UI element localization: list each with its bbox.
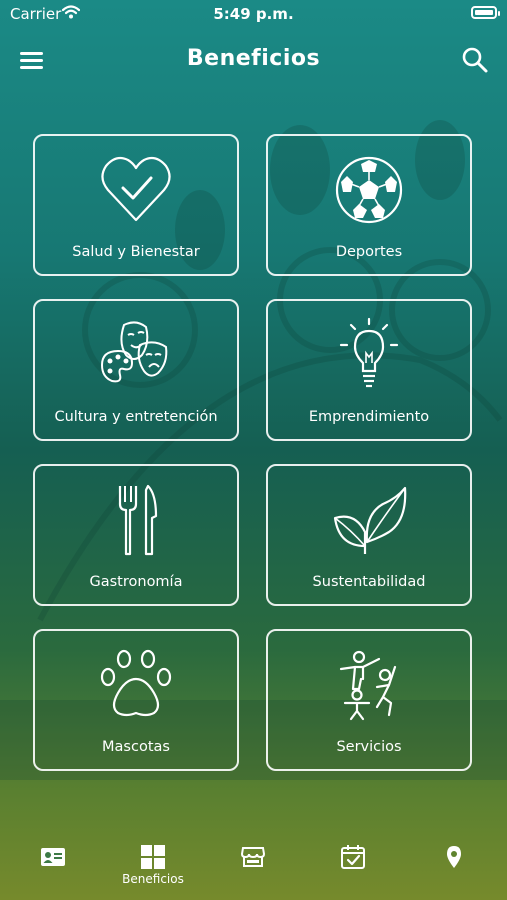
status-bar: Carrier 5:49 p.m.: [0, 0, 507, 30]
category-label: Deportes: [335, 244, 403, 260]
tab-carnet[interactable]: [13, 840, 93, 890]
category-label: Gastronomía: [89, 574, 183, 590]
category-label: Servicios: [336, 739, 402, 755]
category-card-cultura[interactable]: Cultura y entretención: [33, 299, 239, 441]
category-card-servicios[interactable]: Servicios: [266, 629, 472, 771]
heart-check-icon: [101, 156, 171, 222]
category-label: Emprendimiento: [308, 409, 430, 425]
calendar-check-icon: [341, 845, 365, 869]
id-card-icon: [41, 848, 65, 866]
category-card-emprendimiento[interactable]: Emprendimiento: [266, 299, 472, 441]
family-people-icon: [339, 650, 397, 721]
category-card-mascotas[interactable]: Mascotas: [33, 629, 239, 771]
category-label: Cultura y entretención: [54, 409, 218, 425]
category-label: Sustentabilidad: [312, 574, 426, 590]
navigation-bar: Beneficios: [0, 38, 507, 82]
tab-beneficios[interactable]: Beneficios: [113, 840, 193, 890]
theater-masks-palette-icon: [100, 321, 168, 383]
category-label: Mascotas: [102, 739, 170, 755]
grid-icon: [141, 845, 165, 869]
tab-calendario[interactable]: [313, 840, 393, 890]
clock-time: 5:49 p.m.: [213, 5, 294, 23]
lightbulb-icon: [339, 317, 399, 388]
app-screen: Carrier 5:49 p.m. Beneficios Salud y Bie…: [0, 0, 507, 900]
soccer-ball-icon: [335, 156, 403, 224]
tab-bar: Beneficios: [0, 832, 507, 900]
category-card-salud[interactable]: Salud y Bienestar: [33, 134, 239, 276]
tab-tienda[interactable]: [213, 840, 293, 890]
leaves-icon: [333, 486, 407, 554]
page-title: Beneficios: [186, 46, 321, 71]
tab-ubicacion[interactable]: [414, 840, 494, 890]
search-icon[interactable]: [461, 46, 489, 74]
paw-icon: [100, 649, 172, 717]
tab-label: Beneficios: [122, 872, 184, 886]
category-card-deportes[interactable]: Deportes: [266, 134, 472, 276]
fork-knife-icon: [118, 484, 158, 556]
battery-icon: [471, 6, 500, 19]
category-label: Salud y Bienestar: [72, 244, 200, 260]
location-pin-icon: [447, 846, 461, 868]
category-card-gastronomia[interactable]: Gastronomía: [33, 464, 239, 606]
category-card-sustentabilidad[interactable]: Sustentabilidad: [266, 464, 472, 606]
store-icon: [240, 847, 266, 867]
